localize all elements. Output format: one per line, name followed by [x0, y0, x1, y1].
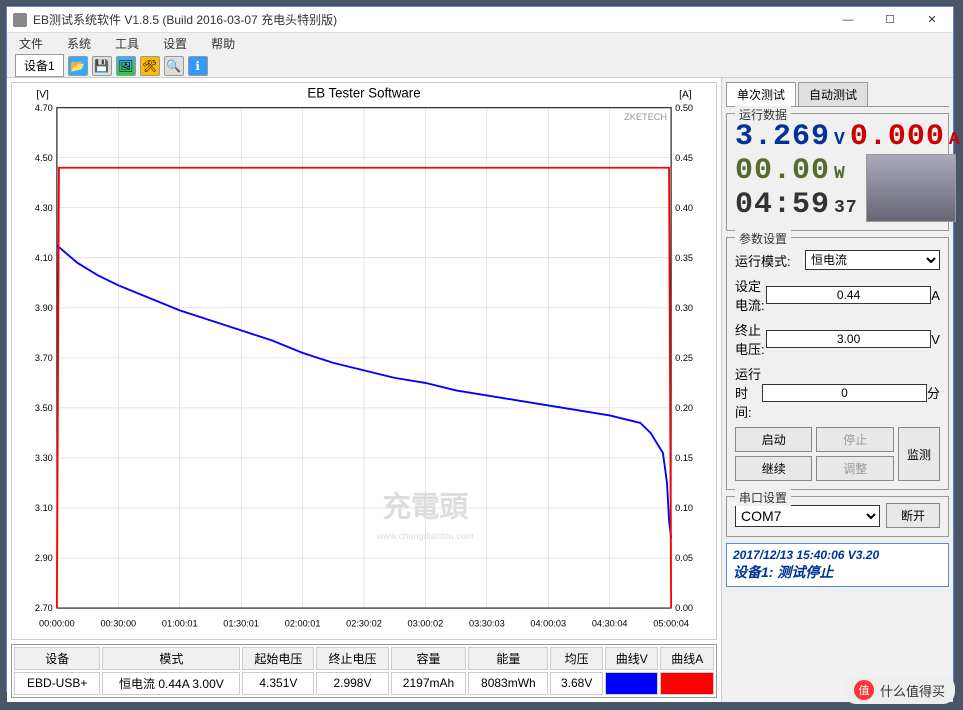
com-port-select[interactable]: COM7: [735, 505, 880, 527]
image-icon[interactable]: 🖼: [116, 56, 136, 76]
overlay-watermark: 值 什么值得买: [844, 676, 955, 704]
stop-button[interactable]: 停止: [816, 427, 894, 452]
cell-device: EBD-USB+: [14, 672, 100, 695]
lcd-power: 00.00: [735, 154, 830, 188]
lcd-current: 0.000: [850, 120, 945, 154]
svg-text:02:00:01: 02:00:01: [285, 619, 321, 629]
svg-text:01:00:01: 01:00:01: [162, 619, 198, 629]
svg-text:01:30:01: 01:30:01: [223, 619, 259, 629]
start-button[interactable]: 启动: [735, 427, 812, 452]
cell-end-v: 2.998V: [316, 672, 388, 695]
continue-button[interactable]: 继续: [735, 456, 812, 481]
svg-text:4.30: 4.30: [35, 203, 53, 213]
tab-auto-test[interactable]: 自动测试: [798, 82, 868, 106]
cell-capacity: 2197mAh: [391, 672, 467, 695]
svg-text:2.90: 2.90: [35, 553, 53, 563]
result-table: 设备模式起始电压终止电压容量能量均压曲线V曲线A EBD-USB+ 恒电流 0.…: [11, 644, 717, 698]
side-panel: 单次测试 自动测试 运行数据 3.269 V 0.000 A: [721, 78, 953, 702]
adjust-button[interactable]: 调整: [816, 456, 894, 481]
svg-text:3.90: 3.90: [35, 303, 53, 313]
svg-text:0.00: 0.00: [675, 603, 693, 613]
port-group: 串口设置 COM7 断开: [726, 496, 949, 537]
svg-text:3.10: 3.10: [35, 503, 53, 513]
cell-curve-a: [660, 672, 714, 695]
menu-system[interactable]: 系统: [59, 33, 99, 54]
svg-text:0.20: 0.20: [675, 403, 693, 413]
menu-settings[interactable]: 设置: [155, 33, 195, 54]
maximize-button[interactable]: ☐: [869, 7, 911, 33]
disconnect-button[interactable]: 断开: [886, 503, 940, 528]
svg-text:0.50: 0.50: [675, 103, 693, 113]
svg-text:0.35: 0.35: [675, 253, 693, 263]
chart: 00:00:00 00:30:00 01:00:01 01:30:01 02:00:01…: [11, 82, 717, 640]
svg-text:03:30:03: 03:30:03: [469, 619, 505, 629]
close-button[interactable]: ✕: [911, 7, 953, 33]
svg-text:3.30: 3.30: [35, 453, 53, 463]
svg-text:02:30:02: 02:30:02: [346, 619, 382, 629]
svg-text:[V]: [V]: [36, 89, 49, 100]
menu-help[interactable]: 帮助: [203, 33, 243, 54]
svg-text:03:00:02: 03:00:02: [408, 619, 444, 629]
window-title: EB测试系统软件 V1.8.5 (Build 2016-03-07 充电头特别版…: [33, 11, 827, 28]
save-icon[interactable]: 💾: [92, 56, 112, 76]
svg-text:EB Tester Software: EB Tester Software: [307, 85, 420, 100]
tools-icon[interactable]: 🛠: [140, 56, 160, 76]
svg-text:4.50: 4.50: [35, 153, 53, 163]
svg-text:[A]: [A]: [679, 89, 692, 100]
open-icon[interactable]: 📂: [68, 56, 88, 76]
monitor-button[interactable]: 监测: [898, 427, 940, 481]
svg-text:ZKETECH: ZKETECH: [624, 112, 667, 122]
svg-text:充電頭: 充電頭: [382, 491, 468, 524]
svg-text:04:30:04: 04:30:04: [592, 619, 628, 629]
status-box: 2017/12/13 15:40:06 V3.20 设备1: 测试停止: [726, 543, 949, 587]
svg-text:0.05: 0.05: [675, 553, 693, 563]
svg-text:05:00:04: 05:00:04: [653, 619, 689, 629]
svg-text:0.30: 0.30: [675, 303, 693, 313]
titlebar: EB测试系统软件 V1.8.5 (Build 2016-03-07 充电头特别版…: [7, 7, 953, 33]
svg-text:00:30:00: 00:30:00: [100, 619, 136, 629]
run-time-input[interactable]: [762, 384, 927, 402]
menu-file[interactable]: 文件: [11, 33, 51, 54]
tab-single-test[interactable]: 单次测试: [726, 82, 796, 106]
cell-avg-v: 3.68V: [550, 672, 603, 695]
minimize-button[interactable]: —: [827, 7, 869, 33]
svg-text:0.10: 0.10: [675, 503, 693, 513]
cell-energy: 8083mWh: [468, 672, 548, 695]
svg-text:4.10: 4.10: [35, 253, 53, 263]
svg-text:3.70: 3.70: [35, 353, 53, 363]
svg-text:2.70: 2.70: [35, 603, 53, 613]
lcd-time: 04:59: [735, 188, 830, 222]
run-data-group: 运行数据 3.269 V 0.000 A 00.00: [726, 113, 949, 231]
cell-mode: 恒电流 0.44A 3.00V: [102, 672, 240, 695]
svg-text:3.50: 3.50: [35, 403, 53, 413]
watermark-icon: 值: [854, 680, 874, 700]
lcd-voltage: 3.269: [735, 120, 830, 154]
info-icon[interactable]: ℹ: [188, 56, 208, 76]
toolbar: 设备1 📂 💾 🖼 🛠 🔍 ℹ: [7, 54, 953, 78]
svg-text:0.45: 0.45: [675, 153, 693, 163]
app-icon: [13, 13, 27, 27]
zoom-icon[interactable]: 🔍: [164, 56, 184, 76]
svg-text:04:00:03: 04:00:03: [530, 619, 566, 629]
svg-text:00:00:00: 00:00:00: [39, 619, 75, 629]
thumbnail-image: [866, 154, 956, 222]
params-group: 参数设置 运行模式: 恒电流 设定电流: A 终止电压: V 运行时间:: [726, 237, 949, 490]
svg-text:0.25: 0.25: [675, 353, 693, 363]
device-tab[interactable]: 设备1: [15, 54, 64, 77]
mode-select[interactable]: 恒电流: [805, 250, 940, 270]
menubar: 文件 系统 工具 设置 帮助: [7, 33, 953, 54]
svg-text:www.chongdiantou.com: www.chongdiantou.com: [376, 531, 474, 541]
svg-text:0.15: 0.15: [675, 453, 693, 463]
menu-tools[interactable]: 工具: [107, 33, 147, 54]
svg-text:0.40: 0.40: [675, 203, 693, 213]
set-current-input[interactable]: [766, 286, 931, 304]
cell-curve-v: [605, 672, 658, 695]
svg-text:4.70: 4.70: [35, 103, 53, 113]
stop-voltage-input[interactable]: [766, 330, 931, 348]
cell-start-v: 4.351V: [242, 672, 314, 695]
